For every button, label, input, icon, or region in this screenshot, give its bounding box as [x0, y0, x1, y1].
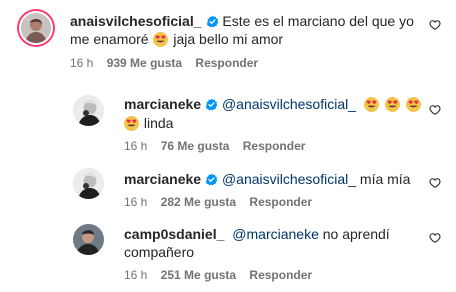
comment-timestamp: 16 h: [70, 56, 94, 70]
likes-count-button[interactable]: 76 Me gusta: [161, 139, 230, 153]
avatar[interactable]: [73, 224, 104, 255]
likes-count-button[interactable]: 251 Me gusta: [161, 268, 236, 282]
comment-body-line-2: linda: [124, 114, 173, 132]
comment-timestamp: 16 h: [124, 195, 148, 209]
comment-meta: 16 h 939 Me gusta Responder: [70, 55, 268, 71]
avatar[interactable]: [73, 168, 104, 199]
heart-eyes-emoji-icon: [153, 32, 168, 47]
comment-timestamp: 16 h: [124, 139, 148, 153]
heart-icon[interactable]: [429, 104, 441, 116]
profile-photo-icon: [73, 95, 104, 126]
comment-body-line-1: marcianeke @anaisvilchesoficial_ mía mía: [124, 170, 410, 188]
comment-username[interactable]: camp0sdaniel_: [124, 226, 224, 242]
comment-body-line-1: camp0sdaniel_ @marcianeke no aprendí: [124, 225, 390, 243]
mention-link[interactable]: @marcianeke: [232, 226, 319, 242]
avatar[interactable]: [73, 95, 104, 126]
comment-meta: 16 h 76 Me gusta Responder: [124, 138, 315, 154]
avatar[interactable]: [19, 11, 53, 45]
heart-eyes-emoji-icon: [364, 97, 379, 112]
verified-badge-icon: [206, 15, 219, 28]
comment-text: no aprendí: [322, 226, 390, 242]
comment-text: Este es el marciano del que yo: [222, 13, 414, 29]
comment-text: compañero: [124, 244, 195, 260]
reply-button[interactable]: Responder: [243, 139, 306, 153]
likes-count-button[interactable]: 282 Me gusta: [161, 195, 236, 209]
comment-timestamp: 16 h: [124, 268, 148, 282]
comment-body-line-1: marcianeke @anaisvilchesoficial_: [124, 95, 422, 113]
comment-text: linda: [143, 115, 174, 131]
heart-eyes-emoji-icon: [385, 97, 400, 112]
heart-eyes-emoji-icon: [124, 116, 139, 131]
verified-badge-icon: [205, 173, 218, 186]
heart-eyes-emoji-icon: [406, 97, 421, 112]
comment-text: me enamoré: [70, 31, 149, 47]
heart-icon[interactable]: [429, 19, 441, 31]
mention-link[interactable]: @anaisvilchesoficial_: [222, 96, 356, 112]
heart-icon[interactable]: [429, 232, 441, 244]
reply-button[interactable]: Responder: [195, 56, 258, 70]
heart-icon[interactable]: [429, 177, 441, 189]
profile-photo-icon: [21, 13, 51, 43]
comment-username[interactable]: anaisvilchesoficial_: [70, 13, 202, 29]
profile-photo-icon: [73, 168, 104, 199]
comment-username[interactable]: marcianeke: [124, 96, 201, 112]
reply-button[interactable]: Responder: [249, 195, 312, 209]
comment-body-line-2: me enamoré jaja bello mi amor: [70, 30, 283, 48]
comment-text: jaja bello mi amor: [173, 31, 284, 47]
comment-meta: 16 h 251 Me gusta Responder: [124, 267, 322, 283]
profile-photo-icon: [73, 224, 104, 255]
comment-body-line-2: compañero: [124, 243, 194, 261]
likes-count-button[interactable]: 939 Me gusta: [107, 56, 182, 70]
mention-link[interactable]: @anaisvilchesoficial_: [222, 171, 356, 187]
comment-meta: 16 h 282 Me gusta Responder: [124, 194, 322, 210]
reply-button[interactable]: Responder: [249, 268, 312, 282]
comment-body-line-1: anaisvilchesoficial_ Este es el marciano…: [70, 12, 414, 30]
comment-text: mía mía: [359, 171, 411, 187]
verified-badge-icon: [205, 98, 218, 111]
comment-username[interactable]: marcianeke: [124, 171, 201, 187]
